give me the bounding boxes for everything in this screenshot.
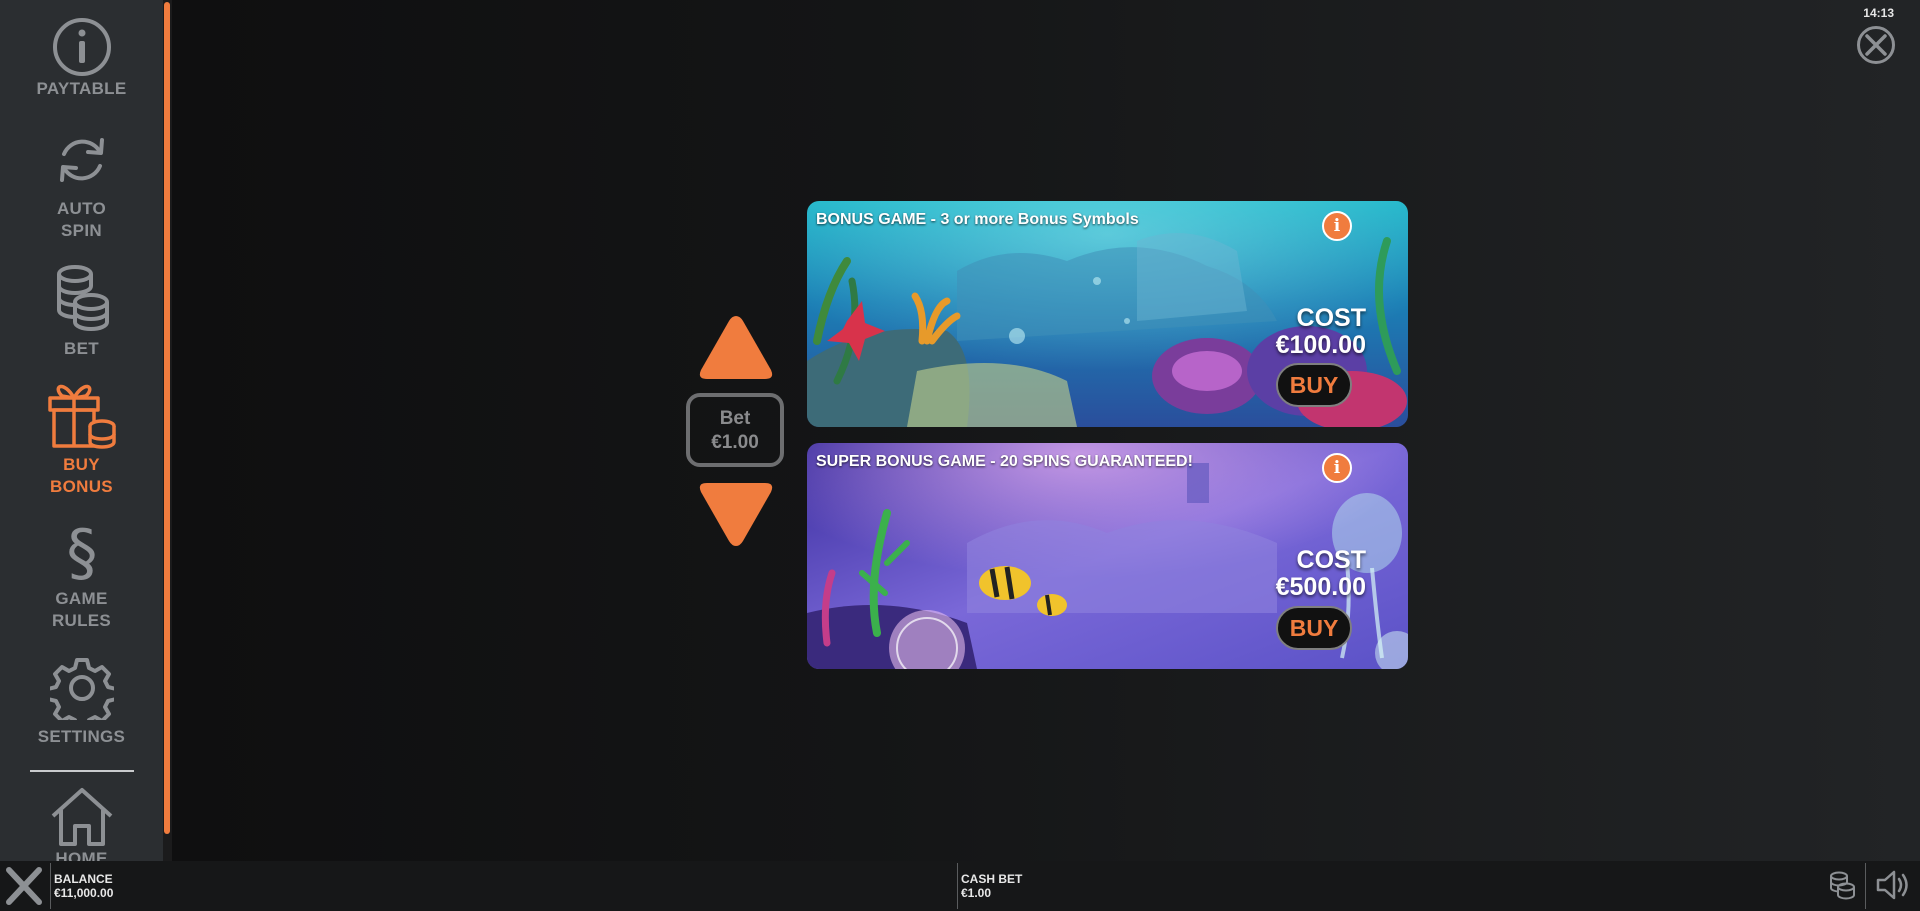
buy-button[interactable]: BUY xyxy=(1276,606,1352,650)
divider xyxy=(50,863,51,909)
info-icon xyxy=(52,18,111,76)
cost-text: COST xyxy=(1296,304,1366,332)
gift-coins-icon xyxy=(47,384,116,449)
cost-label: COST €100.00 xyxy=(1226,305,1366,359)
cost-label: COST €500.00 xyxy=(1226,547,1366,601)
coins-icon[interactable] xyxy=(1828,870,1856,900)
info-button[interactable]: i xyxy=(1322,211,1352,241)
sidebar-item-label: GAME RULES xyxy=(51,589,112,630)
sidebar-item-label: BUY BONUS xyxy=(50,455,113,496)
cost-value: €100.00 xyxy=(1275,331,1366,359)
bonus-game-card[interactable]: BONUS GAME - 3 or more Bonus Symbols i C… xyxy=(807,201,1408,427)
sidebar-item-bet[interactable]: BET xyxy=(0,262,163,360)
gear-icon xyxy=(49,658,114,720)
scrollbar-thumb[interactable] xyxy=(164,2,170,834)
sidebar-item-home[interactable]: HOME xyxy=(0,784,163,861)
bet-decrease-button[interactable] xyxy=(697,478,775,550)
sidebar-item-label: AUTO SPIN xyxy=(56,199,107,240)
speaker-icon[interactable] xyxy=(1875,868,1913,902)
sidebar-item-label: SETTINGS xyxy=(37,727,126,746)
super-bonus-game-card[interactable]: SUPER BONUS GAME - 20 SPINS GUARANTEED! … xyxy=(807,443,1408,669)
cost-value: €500.00 xyxy=(1275,573,1366,601)
section-icon: § xyxy=(66,518,97,584)
sidebar-divider xyxy=(30,770,134,772)
bottom-status-bar xyxy=(0,861,1920,911)
sidebar-item-auto-spin[interactable]: AUTO SPIN xyxy=(0,130,163,242)
coins-icon xyxy=(56,265,109,332)
sidebar-menu: PAYTABLE AUTO SPIN BET BUY BONUS § GAME … xyxy=(0,0,163,861)
game-background xyxy=(0,0,1920,861)
cash-bet-label: CASH BET xyxy=(961,872,1023,886)
refresh-icon xyxy=(59,138,104,182)
divider xyxy=(1865,863,1866,909)
bet-display: Bet €1.00 xyxy=(686,393,784,467)
sidebar-item-paytable[interactable]: PAYTABLE xyxy=(0,16,163,100)
cost-text: COST xyxy=(1296,546,1366,574)
balance-label: BALANCE xyxy=(54,872,113,886)
bet-label: Bet xyxy=(719,408,751,429)
sidebar-scrollbar[interactable] xyxy=(163,0,172,861)
sidebar-item-label: PAYTABLE xyxy=(36,79,127,98)
cash-bet-value: €1.00 xyxy=(961,886,992,900)
bet-value: €1.00 xyxy=(711,432,759,453)
sidebar-item-label: HOME xyxy=(55,849,108,861)
svg-text:§: § xyxy=(66,518,97,584)
card-title: BONUS GAME - 3 or more Bonus Symbols xyxy=(816,211,1139,228)
home-icon xyxy=(51,788,112,846)
sidebar-item-game-rules[interactable]: § GAME RULES xyxy=(0,518,163,632)
card-title: SUPER BONUS GAME - 20 SPINS GUARANTEED! xyxy=(816,453,1193,470)
close-icon[interactable] xyxy=(1856,25,1896,65)
close-icon[interactable] xyxy=(4,865,44,907)
divider xyxy=(957,863,958,909)
sidebar-item-settings[interactable]: SETTINGS xyxy=(0,656,163,748)
sidebar-item-label: BET xyxy=(64,339,99,358)
buy-button[interactable]: BUY xyxy=(1276,363,1352,407)
sidebar-item-buy-bonus[interactable]: BUY BONUS xyxy=(0,376,163,498)
info-button[interactable]: i xyxy=(1322,453,1352,483)
bet-increase-button[interactable] xyxy=(697,312,775,384)
clock: 14:13 xyxy=(1863,6,1894,20)
balance-value: €11,000.00 xyxy=(54,886,114,900)
